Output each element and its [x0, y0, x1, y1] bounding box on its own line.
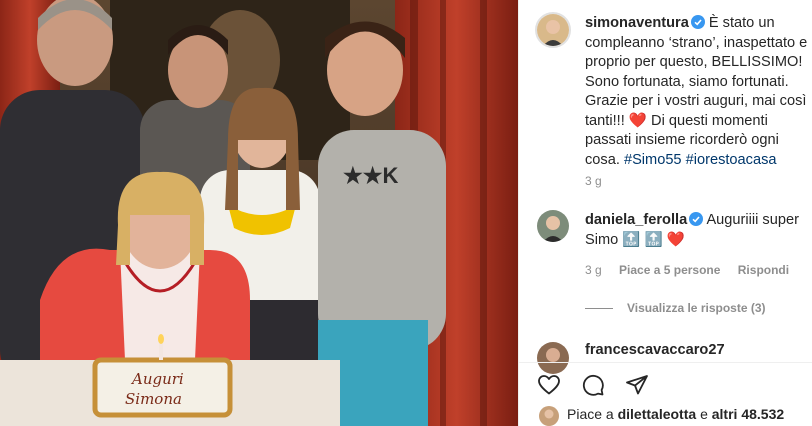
shirt-print: ★★K [343, 163, 398, 188]
comment-meta: 3 g Piace a 5 persone Rispondi [585, 263, 789, 277]
author-username[interactable]: simonaventura [585, 15, 689, 31]
post-sidebar: simonaventura È stato un compleanno ‘str… [518, 0, 812, 426]
hashtag-iorestoacasa[interactable]: #iorestoacasa [686, 152, 777, 168]
cake-text-1: Auguri [130, 370, 184, 388]
post-photo[interactable]: ★★K Auguri Simona [0, 0, 518, 426]
author-avatar[interactable] [535, 12, 571, 48]
liker-avatar-image [539, 406, 559, 426]
comment-icon[interactable] [581, 373, 605, 397]
post-time: 3 g [585, 174, 602, 188]
caption-text: È stato un compleanno ‘strano’, inaspett… [585, 15, 808, 168]
likes-others[interactable]: altri 48.532 [712, 406, 784, 422]
photo-illustration: ★★K Auguri Simona [0, 0, 518, 426]
comment-2: francescavaccaro27 [585, 340, 811, 360]
comment-1: daniela_ferolla Auguriiii super Simo 🔝 🔝… [585, 210, 811, 250]
likes-prefix: Piace a [567, 406, 614, 422]
commenter-avatar-image [537, 210, 569, 242]
heart-icon[interactable] [537, 373, 561, 397]
comment-username[interactable]: francescavaccaro27 [585, 342, 725, 358]
hashtag-simo55[interactable]: #Simo55 [624, 152, 682, 168]
post-caption: simonaventura È stato un compleanno ‘str… [585, 14, 811, 170]
comment-username[interactable]: daniela_ferolla [585, 212, 687, 228]
cake-text-2: Simona [125, 390, 182, 408]
liker-avatar[interactable] [539, 406, 559, 426]
liker-username[interactable]: dilettaleotta [618, 406, 697, 422]
action-bar [519, 362, 812, 403]
share-icon[interactable] [625, 373, 649, 397]
comment-emoji: 🔝 🔝 ❤️ [622, 232, 685, 248]
verified-icon [690, 15, 705, 29]
commenter-avatar[interactable] [537, 210, 569, 242]
comment-time: 3 g [585, 263, 602, 277]
view-replies-label: Visualizza le risposte (3) [627, 301, 766, 315]
comment-likes[interactable]: Piace a 5 persone [619, 263, 720, 277]
instagram-post: ★★K Auguri Simona simonaventura È stato … [0, 0, 812, 426]
view-replies[interactable]: Visualizza le risposte (3) [627, 301, 766, 315]
reply-button[interactable]: Rispondi [738, 263, 789, 277]
replies-divider [585, 308, 613, 309]
likes-summary: Piace a dilettaleotta e altri 48.532 [567, 406, 784, 422]
verified-icon [689, 212, 704, 226]
avatar-image [537, 14, 569, 46]
likes-middle: e [700, 406, 708, 422]
